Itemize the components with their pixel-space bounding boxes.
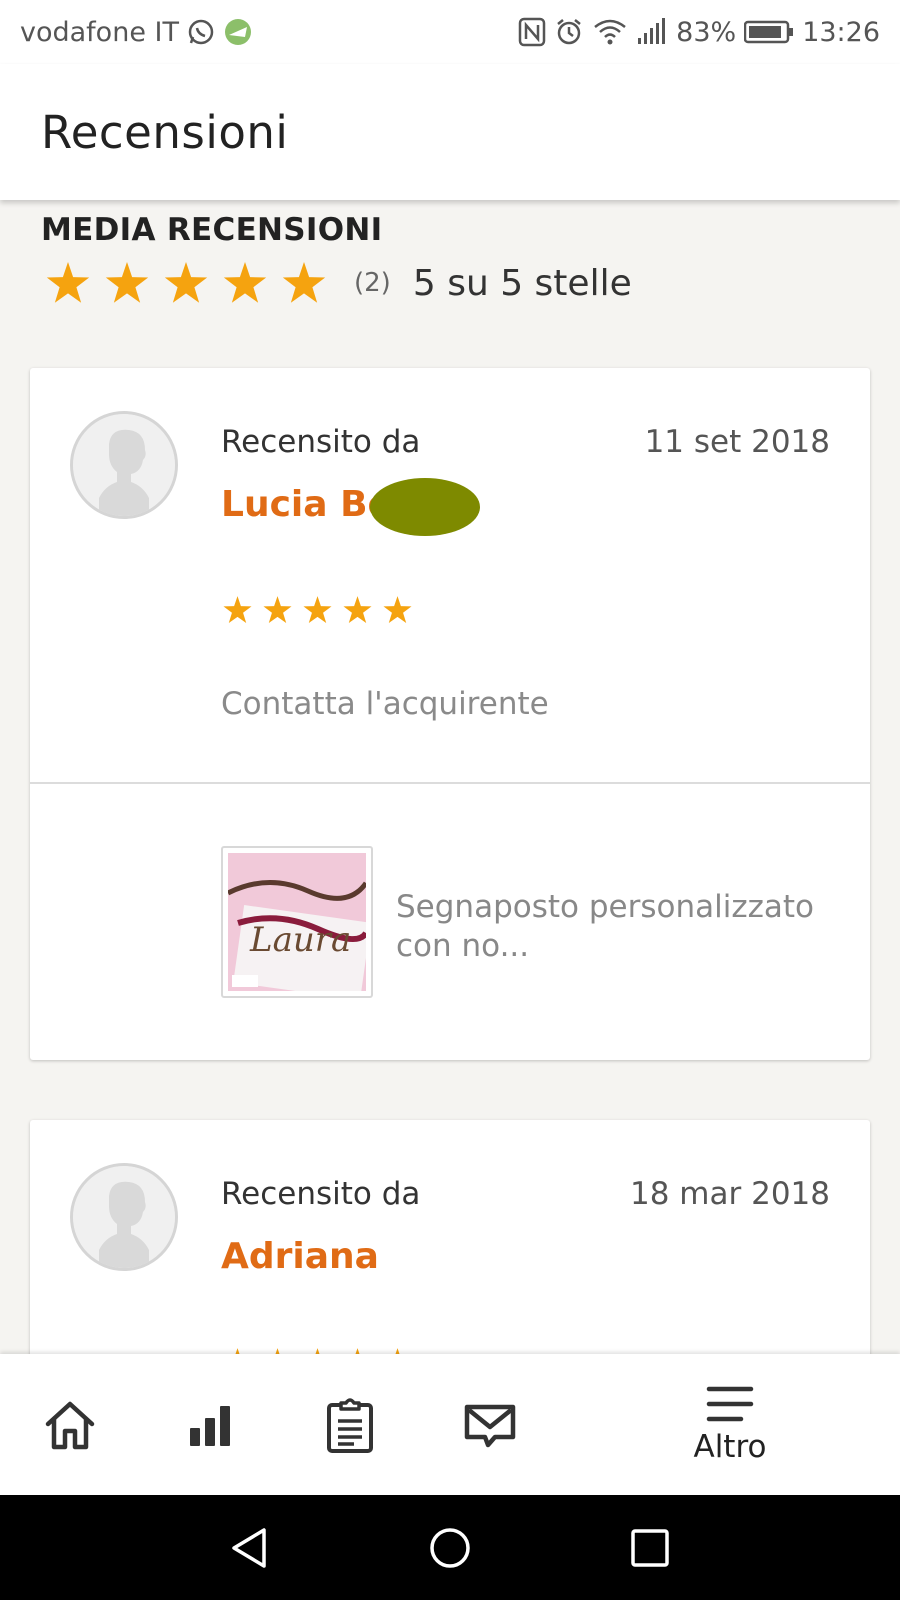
stats-icon	[190, 1405, 230, 1446]
menu-icon	[706, 1386, 754, 1421]
nav-home[interactable]	[30, 1354, 110, 1495]
battery-icon	[744, 20, 794, 44]
product-thumbnail[interactable]: Laura	[221, 846, 373, 1001]
back-button[interactable]	[210, 1495, 290, 1600]
star-icon	[383, 596, 412, 624]
clock: 13:26	[802, 16, 880, 48]
carrier-name: vodafone IT	[20, 16, 179, 48]
recents-button[interactable]	[610, 1495, 690, 1600]
star-icon	[105, 262, 149, 303]
nav-more[interactable]: Altro	[670, 1354, 790, 1495]
home-circle-icon	[430, 1527, 470, 1568]
star-icon	[46, 262, 90, 303]
nfc-icon	[518, 17, 546, 47]
messages-icon	[464, 1404, 516, 1447]
back-icon	[232, 1527, 266, 1568]
star-icon	[223, 262, 267, 303]
product-image-text: Laura	[249, 920, 351, 960]
home-icon	[45, 1401, 95, 1449]
reviewed-by-label: Recensito da	[221, 1176, 421, 1212]
review-card: Recensito da 11 set 2018 Lucia Be Contat…	[30, 368, 870, 1060]
reviewed-by-label: Recensito da	[221, 424, 421, 460]
average-heading: MEDIA RECENSIONI	[41, 212, 383, 248]
redaction-mark	[370, 478, 480, 536]
average-stars	[46, 262, 326, 304]
status-left: vodafone IT	[20, 17, 253, 48]
star-icon	[263, 596, 292, 624]
avatar[interactable]	[70, 411, 178, 519]
alarm-icon	[554, 17, 584, 47]
bottom-nav: Altro	[0, 1354, 900, 1495]
average-summary: 5 su 5 stelle	[412, 262, 632, 304]
star-icon	[164, 262, 208, 303]
status-right: 83% 13:26	[518, 17, 880, 48]
star-icon	[343, 596, 372, 624]
contact-buyer-link[interactable]: Contatta l'acquirente	[221, 686, 549, 722]
star-icon	[282, 262, 326, 303]
home-button[interactable]	[410, 1495, 490, 1600]
average-rating-section: MEDIA RECENSIONI (2) 5 su 5 stelle	[41, 212, 861, 304]
app-bar: Recensioni	[0, 64, 900, 200]
review-count: (2)	[354, 268, 391, 298]
star-icon	[223, 596, 252, 624]
nav-orders[interactable]	[310, 1354, 390, 1495]
reviewer-name[interactable]: Adriana	[221, 1236, 379, 1277]
review-date: 11 set 2018	[644, 424, 830, 460]
recents-icon	[631, 1528, 669, 1567]
orders-icon	[327, 1397, 373, 1453]
battery-percent: 83%	[676, 16, 737, 48]
avatar[interactable]	[70, 1163, 178, 1271]
review-date: 18 mar 2018	[630, 1176, 830, 1212]
whatsapp-icon	[187, 18, 215, 46]
divider	[30, 782, 870, 784]
nav-more-label: Altro	[693, 1428, 767, 1465]
page-title: Recensioni	[41, 105, 289, 159]
average-row: (2) 5 su 5 stelle	[41, 262, 861, 304]
nav-stats[interactable]	[170, 1354, 250, 1495]
review-stars	[223, 596, 412, 624]
reviewer-name[interactable]: Lucia Be	[221, 484, 392, 525]
nav-messages[interactable]	[450, 1354, 530, 1495]
product-title[interactable]: Segnaposto personalizzato con no...	[396, 888, 826, 966]
signal-icon	[636, 18, 666, 46]
status-bar: vodafone IT 83% 13:26	[0, 0, 900, 64]
app-notification-icon	[223, 17, 253, 47]
system-nav-bar	[0, 1495, 900, 1600]
wifi-icon	[592, 17, 628, 47]
star-icon	[303, 596, 332, 624]
